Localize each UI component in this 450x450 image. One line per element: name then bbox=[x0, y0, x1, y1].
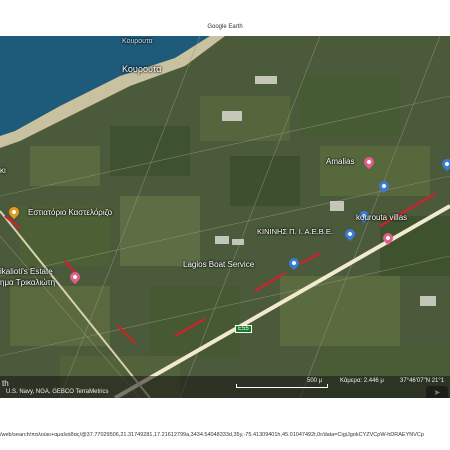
estate-label-2: ημα Τρικαλιώτη bbox=[0, 278, 56, 287]
url-text: /web/search/παλούκι+αμαλιάδας/@37.770295… bbox=[0, 432, 424, 438]
boat-service-label: Lagios Boat Service bbox=[183, 260, 255, 269]
left-place-label: κι bbox=[0, 166, 6, 175]
altitude-readout: Κάμερα: 2.446 μ bbox=[340, 378, 384, 384]
estate-label-1: ikalioti's Estate bbox=[0, 267, 53, 276]
amalias-label: Amalias bbox=[326, 157, 355, 166]
villas-label: kourouta villas bbox=[356, 213, 408, 222]
status-bar: th U.S. Navy, NGA, GEBCO TerraMetrics 50… bbox=[0, 376, 450, 398]
company-label: ΚΙΝΙΝΗΣ Π. Ι. Α.Ε.Β.Ε. bbox=[257, 227, 333, 236]
coordinate-readout: 37°46'07"N 21°1 bbox=[400, 378, 445, 384]
restaurant-label: Εστιατόριο Καστελόριζο bbox=[28, 208, 113, 217]
page-title: Google Earth bbox=[207, 24, 243, 30]
satellite-map[interactable]: Κουρουτα Κουρουτα κι Amalias Εστιατόριο … bbox=[0, 36, 450, 398]
app-name-fragment: th bbox=[2, 379, 9, 388]
road-shield: E55 bbox=[235, 325, 252, 333]
town-label: Κουρουτα bbox=[122, 64, 162, 74]
scale-bar bbox=[236, 384, 328, 388]
town-label-top: Κουρουτα bbox=[122, 38, 153, 45]
attribution-text: U.S. Navy, NGA, GEBCO TerraMetrics bbox=[6, 389, 109, 395]
